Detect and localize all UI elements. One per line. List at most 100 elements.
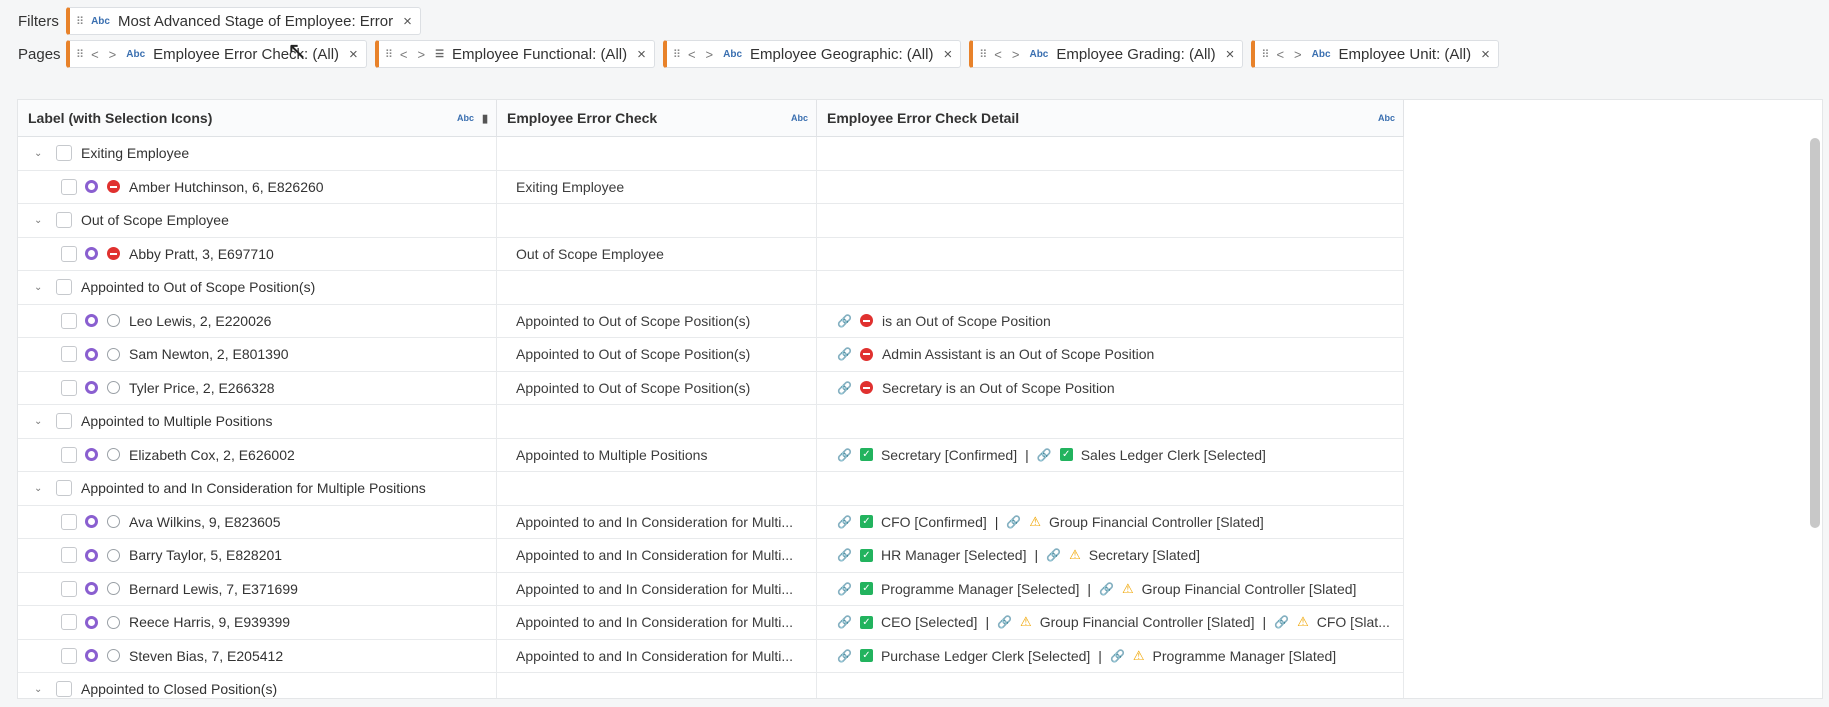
table-row[interactable]: Tyler Price, 2, E266328 Appointed to Out …: [18, 371, 1404, 405]
link-icon[interactable]: 🔗: [837, 347, 852, 361]
table-row[interactable]: Leo Lewis, 2, E220026 Appointed to Out of…: [18, 304, 1404, 338]
row-checkbox[interactable]: [61, 446, 77, 463]
row-checkbox[interactable]: [56, 480, 72, 497]
page-field-pill-0[interactable]: ⠿ < > Abc Employee Error Check: (All) ×: [66, 40, 367, 68]
selection-ring-icon[interactable]: [85, 314, 98, 328]
drag-handle-icon[interactable]: ⠿: [673, 48, 681, 61]
row-checkbox[interactable]: [61, 647, 77, 664]
group-row[interactable]: ⌄ Appointed to Multiple Positions: [18, 405, 1404, 439]
group-row[interactable]: ⌄ Appointed to and In Consideration for M…: [18, 472, 1404, 506]
row-checkbox[interactable]: [61, 614, 77, 631]
chevron-down-icon[interactable]: ⌄: [34, 416, 48, 427]
link-icon[interactable]: 🔗: [1046, 548, 1061, 562]
selection-ring-icon[interactable]: [85, 247, 98, 261]
row-checkbox[interactable]: [61, 379, 77, 396]
drag-handle-icon[interactable]: ⠿: [76, 48, 84, 61]
selection-ring-icon[interactable]: [85, 515, 98, 529]
drag-handle-icon[interactable]: ⠿: [1261, 48, 1269, 61]
chevron-down-icon[interactable]: ⌄: [34, 215, 48, 226]
link-icon[interactable]: 🔗: [837, 515, 852, 529]
group-row[interactable]: ⌄ Out of Scope Employee: [18, 204, 1404, 238]
table-row[interactable]: Reece Harris, 9, E939399 Appointed to and…: [18, 606, 1404, 640]
selection-ring-icon[interactable]: [85, 381, 98, 395]
row-checkbox[interactable]: [56, 212, 72, 229]
page-field-pill-3[interactable]: ⠿ < > Abc Employee Grading: (All) ×: [969, 40, 1244, 68]
link-icon[interactable]: 🔗: [837, 448, 852, 462]
row-checkbox[interactable]: [61, 580, 77, 597]
link-icon[interactable]: 🔗: [1274, 615, 1289, 629]
next-arrow-icon[interactable]: >: [1294, 47, 1302, 62]
prev-arrow-icon[interactable]: <: [1276, 47, 1284, 62]
row-checkbox[interactable]: [61, 312, 77, 329]
link-icon[interactable]: 🔗: [1037, 448, 1052, 462]
selection-ring-icon[interactable]: [85, 548, 98, 562]
table-row[interactable]: Ava Wilkins, 9, E823605 Appointed to and …: [18, 505, 1404, 539]
selection-ring-icon[interactable]: [85, 582, 98, 596]
page-field-pill-1[interactable]: ⠿ < > ☰ Employee Functional: (All) ×: [374, 40, 655, 68]
next-arrow-icon[interactable]: >: [1012, 47, 1020, 62]
close-icon[interactable]: ×: [1481, 46, 1490, 63]
link-icon[interactable]: 🔗: [1006, 515, 1021, 529]
selection-ring-icon[interactable]: [85, 347, 98, 361]
close-icon[interactable]: ×: [1226, 46, 1235, 63]
row-checkbox[interactable]: [61, 178, 77, 195]
link-icon[interactable]: 🔗: [997, 615, 1012, 629]
group-row[interactable]: ⌄ Exiting Employee: [18, 137, 1404, 171]
selection-ring-icon[interactable]: [85, 615, 98, 629]
link-icon[interactable]: 🔗: [837, 314, 852, 328]
drag-handle-icon[interactable]: ⠿: [76, 15, 84, 28]
table-row[interactable]: Steven Bias, 7, E205412 Appointed to and …: [18, 639, 1404, 673]
row-checkbox[interactable]: [61, 513, 77, 530]
link-icon[interactable]: 🔗: [837, 548, 852, 562]
next-arrow-icon[interactable]: >: [417, 47, 425, 62]
row-checkbox[interactable]: [56, 681, 72, 698]
close-icon[interactable]: ×: [943, 46, 952, 63]
row-checkbox[interactable]: [61, 547, 77, 564]
link-icon[interactable]: 🔗: [1099, 582, 1114, 596]
close-icon[interactable]: ×: [637, 46, 646, 63]
chevron-down-icon[interactable]: ⌄: [34, 148, 48, 159]
link-icon[interactable]: 🔗: [837, 381, 852, 395]
chevron-down-icon[interactable]: ⌄: [34, 483, 48, 494]
row-checkbox[interactable]: [56, 279, 72, 296]
table-row[interactable]: Sam Newton, 2, E801390 Appointed to Out o…: [18, 338, 1404, 372]
prev-arrow-icon[interactable]: <: [91, 47, 99, 62]
prev-arrow-icon[interactable]: <: [400, 47, 408, 62]
row-checkbox[interactable]: [56, 145, 72, 162]
row-checkbox[interactable]: [56, 413, 72, 430]
drag-handle-icon[interactable]: ⠿: [979, 48, 987, 61]
close-icon[interactable]: ×: [403, 13, 412, 30]
row-checkbox[interactable]: [61, 245, 77, 262]
prev-arrow-icon[interactable]: <: [994, 47, 1002, 62]
selection-ring-icon[interactable]: [85, 448, 98, 462]
column-header-error-detail[interactable]: Employee Error Check Detail Abc: [817, 100, 1404, 136]
chevron-down-icon[interactable]: ⌄: [34, 684, 48, 695]
table-row[interactable]: Abby Pratt, 3, E697710 Out of Scope Emplo…: [18, 237, 1404, 271]
close-icon[interactable]: ×: [349, 46, 358, 63]
group-row[interactable]: ⌄ Appointed to Closed Position(s): [18, 673, 1404, 698]
link-icon[interactable]: 🔗: [837, 582, 852, 596]
table-row[interactable]: Bernard Lewis, 7, E371699 Appointed to an…: [18, 572, 1404, 606]
page-field-pill-4[interactable]: ⠿ < > Abc Employee Unit: (All) ×: [1251, 40, 1499, 68]
bookmark-icon[interactable]: ▮: [482, 112, 488, 125]
selection-ring-icon[interactable]: [85, 180, 98, 194]
table-row[interactable]: Amber Hutchinson, 6, E826260 Exiting Empl…: [18, 170, 1404, 204]
next-arrow-icon[interactable]: >: [109, 47, 117, 62]
chevron-down-icon[interactable]: ⌄: [34, 282, 48, 293]
column-header-label[interactable]: Label (with Selection Icons) Abc ▮: [18, 100, 497, 136]
prev-arrow-icon[interactable]: <: [688, 47, 696, 62]
link-icon[interactable]: 🔗: [837, 615, 852, 629]
link-icon[interactable]: 🔗: [837, 649, 852, 663]
row-checkbox[interactable]: [61, 346, 77, 363]
table-row[interactable]: Elizabeth Cox, 2, E626002 Appointed to Mu…: [18, 438, 1404, 472]
next-arrow-icon[interactable]: >: [706, 47, 714, 62]
table-row[interactable]: Barry Taylor, 5, E828201 Appointed to and…: [18, 539, 1404, 573]
page-field-pill-2[interactable]: ⠿ < > Abc Employee Geographic: (All) ×: [662, 40, 962, 68]
vertical-scrollbar[interactable]: [1810, 138, 1820, 528]
drag-handle-icon[interactable]: ⠿: [385, 48, 393, 61]
group-row[interactable]: ⌄ Appointed to Out of Scope Position(s): [18, 271, 1404, 305]
link-icon[interactable]: 🔗: [1110, 649, 1125, 663]
selection-ring-icon[interactable]: [85, 649, 98, 663]
filter-pill-0[interactable]: ⠿ Abc Most Advanced Stage of Employee: Err…: [66, 7, 421, 35]
column-header-error-check[interactable]: Employee Error Check Abc: [497, 100, 817, 136]
